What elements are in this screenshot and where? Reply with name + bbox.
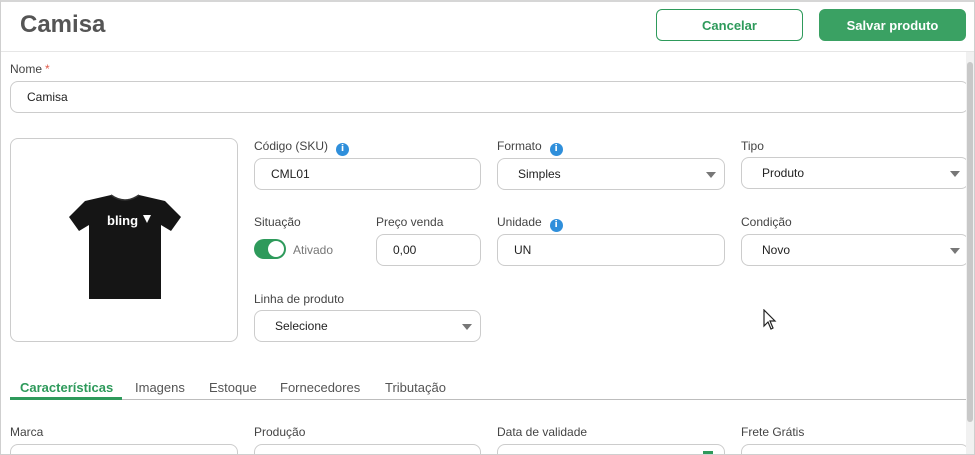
validade-input[interactable] — [497, 444, 725, 454]
info-icon[interactable]: i — [549, 219, 563, 232]
product-form-window: Camisa Cancelar Salvar produto Nome * Cam… — [0, 0, 975, 455]
nome-label: Nome * — [10, 62, 50, 76]
formato-label: Formato i — [497, 139, 563, 156]
preco-label: Preço venda — [376, 215, 444, 229]
chevron-down-icon — [706, 172, 716, 178]
scrollbar-thumb[interactable] — [967, 62, 973, 422]
chevron-down-icon — [462, 324, 472, 330]
linha-value: Selecione — [275, 319, 328, 333]
tshirt-image: bling — [69, 194, 181, 299]
condicao-select[interactable]: Novo — [741, 234, 969, 266]
unidade-label: Unidade i — [497, 215, 563, 232]
page-title: Camisa — [20, 11, 106, 38]
condicao-label: Condição — [741, 215, 792, 229]
vertical-scrollbar[interactable] — [966, 52, 974, 454]
tipo-select[interactable]: Produto — [741, 157, 969, 189]
linha-label: Linha de produto — [254, 292, 345, 306]
situacao-toggle-label: Ativado — [293, 243, 334, 257]
tipo-label: Tipo — [741, 139, 764, 153]
marca-label: Marca — [10, 425, 44, 439]
tab-tributacao[interactable]: Tributação — [385, 380, 446, 395]
tshirt-logo-text: bling — [107, 213, 138, 228]
tab-imagens[interactable]: Imagens — [135, 380, 185, 395]
situacao-toggle[interactable] — [254, 239, 286, 259]
tab-caracteristicas[interactable]: Características — [20, 380, 113, 395]
validade-label: Data de validade — [497, 425, 588, 439]
info-icon[interactable]: i — [336, 143, 350, 156]
active-tab-indicator — [10, 397, 122, 400]
frete-select[interactable] — [741, 444, 969, 454]
required-mark: * — [45, 62, 50, 76]
save-product-button[interactable]: Salvar produto — [819, 9, 966, 41]
calendar-icon[interactable] — [703, 451, 713, 454]
mouse-cursor-icon — [763, 309, 777, 330]
sku-label: Código (SKU) i — [254, 139, 350, 156]
marca-input[interactable] — [10, 444, 238, 454]
page-header: Camisa Cancelar Salvar produto — [1, 2, 974, 52]
producao-label: Produção — [254, 425, 306, 439]
info-icon[interactable]: i — [549, 143, 563, 156]
frete-label: Frete Grátis — [741, 425, 805, 439]
preco-input[interactable]: 0,00 — [376, 234, 481, 266]
condicao-value: Novo — [762, 243, 791, 257]
producao-select[interactable] — [254, 444, 481, 454]
product-tabs: Características Imagens Estoque Forneced… — [10, 378, 968, 400]
tipo-value: Produto — [762, 166, 805, 180]
chevron-down-icon — [950, 248, 960, 254]
linha-select[interactable]: Selecione — [254, 310, 481, 342]
cancel-button[interactable]: Cancelar — [656, 9, 803, 41]
toggle-knob — [268, 241, 284, 257]
tab-fornecedores[interactable]: Fornecedores — [280, 380, 360, 395]
formato-select[interactable]: Simples — [497, 158, 725, 190]
unidade-input[interactable]: UN — [497, 234, 725, 266]
product-image-box[interactable]: bling — [10, 138, 238, 342]
nome-input[interactable]: Camisa — [10, 81, 969, 113]
sku-input[interactable]: CML01 — [254, 158, 481, 190]
tab-estoque[interactable]: Estoque — [209, 380, 257, 395]
chevron-down-icon — [950, 171, 960, 177]
formato-value: Simples — [518, 167, 561, 181]
situacao-label: Situação — [254, 215, 301, 229]
